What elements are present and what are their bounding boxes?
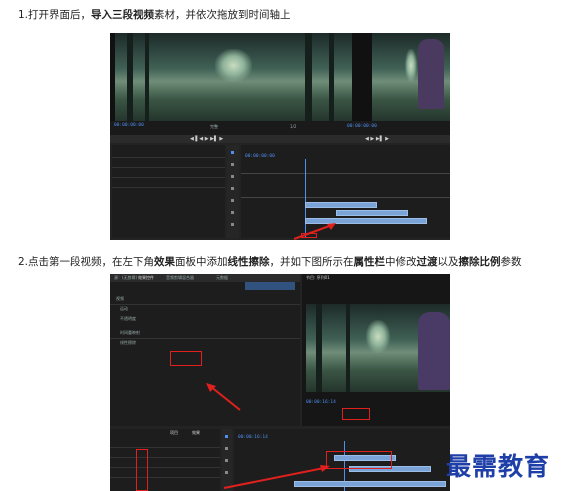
pen-tool-icon[interactable] <box>231 211 234 214</box>
effect-item-video[interactable]: 视频 <box>116 296 124 302</box>
hand-tool-icon[interactable] <box>231 223 234 226</box>
razor-tool-icon[interactable] <box>231 187 234 190</box>
step-2-bold-4: 过渡 <box>416 256 438 268</box>
step-2-text: 2.点击第一段视频，在左下角 <box>18 256 155 268</box>
step-2-bold-2: 线性擦除 <box>227 256 270 268</box>
step-2-bold-5: 擦除比例 <box>458 256 501 268</box>
step-2-text-5: 以及 <box>437 256 459 268</box>
timeline-timecode: 00:00:00:00 <box>245 154 275 159</box>
slip-tool-icon[interactable] <box>231 199 234 202</box>
param-highlight-box <box>170 351 202 366</box>
tools-panel <box>227 145 239 238</box>
tab-effects[interactable]: 效果 <box>192 430 200 436</box>
source-timecode: 00:00:00:00 <box>347 124 377 129</box>
step-1-caption: 1.打开界面后，导入三段视频素材，并依次拖放到时间轴上 <box>18 7 291 22</box>
program-timecode: 00:00:00:00 <box>114 123 144 128</box>
transport-buttons[interactable]: ◀ ▌◀ ▶ ▶▌ ▶ <box>190 136 223 142</box>
step-2-bold-3: 属性栏 <box>353 256 386 268</box>
step-2-text-3: ，并如下图所示在 <box>269 256 354 268</box>
tab-project[interactable]: 项目 <box>170 430 178 436</box>
step-1-bold: 导入三段视频 <box>91 9 155 21</box>
program-timecode-2: 00:00:16:14 <box>306 400 336 405</box>
ripple-tool-icon[interactable] <box>225 447 228 450</box>
effects-panel: 项目 效果 <box>110 429 220 491</box>
program-monitor-frame <box>115 33 352 121</box>
effect-item-motion[interactable]: 运动 <box>120 306 128 312</box>
clip-v1-a[interactable] <box>305 202 377 208</box>
premiere-screenshot-1: 00:00:00:00 完整 1/2 00:00:00:00 ◀ ▌◀ ▶ ▶▌… <box>110 33 450 240</box>
track-select-tool-icon[interactable] <box>231 163 234 166</box>
red-arrow-icon-2 <box>223 465 330 489</box>
program-monitor: 节目: 序列01 00:00:16:14 <box>302 274 450 426</box>
tab-source[interactable]: 源：(无剪辑) <box>114 275 137 281</box>
effect-item-opacity[interactable]: 不透明度 <box>120 316 136 322</box>
red-arrow-icon <box>293 223 336 240</box>
ripple-tool-icon[interactable] <box>231 175 234 178</box>
effect-item-linear-wipe[interactable]: 线性擦除 <box>120 340 136 346</box>
step-2-text-2: 面板中添加 <box>175 256 228 268</box>
step-2-text-4: 中修改 <box>385 256 417 268</box>
project-panel <box>112 145 225 238</box>
step-2-bold-1: 效果 <box>154 256 176 268</box>
transport-bar: ◀ ▌◀ ▶ ▶▌ ▶ ◀ ▶ ▶▌ ▶ <box>110 135 450 143</box>
program-frame <box>306 304 450 392</box>
step-2-text-end: 参数 <box>500 256 522 268</box>
effect-item-time-remap[interactable]: 时间重映射 <box>120 330 140 336</box>
tab-audio-mixer[interactable]: 音频剪辑混合器 <box>166 275 194 281</box>
clip-bar <box>245 282 295 290</box>
step-2-caption: 2.点击第一段视频，在左下角效果面板中添加线性擦除，并如下图所示在属性栏中修改过… <box>18 254 522 269</box>
step-1-text-end: 素材，并依次拖放到时间轴上 <box>154 9 291 21</box>
clip-v1-b[interactable] <box>336 210 408 216</box>
program-title: 节目: 序列01 <box>306 275 330 280</box>
red-arrow-icon <box>206 383 241 411</box>
effects-highlight <box>136 449 148 491</box>
source-monitor-frame <box>372 33 450 121</box>
fit-dropdown[interactable]: 完整 <box>210 124 218 130</box>
step-1-text: 1.打开界面后， <box>18 9 92 21</box>
selection-tool-icon[interactable] <box>231 151 234 154</box>
premiere-screenshot-2: 源：(无剪辑) 效果控件 音频剪辑混合器 元数据 视频 运动 不透明度 时间重映… <box>110 274 450 491</box>
selection-tool-icon[interactable] <box>225 435 228 438</box>
transport-buttons-2[interactable]: ◀ ▶ ▶▌ ▶ <box>365 136 389 142</box>
fit-highlight <box>342 408 370 420</box>
watermark: 最需教育 <box>446 452 551 481</box>
timeline-panel: 00:00:00:00 <box>241 145 450 238</box>
resolution-dropdown[interactable]: 1/2 <box>290 124 296 129</box>
timeline-timecode-2: 00:00:16:14 <box>238 435 268 440</box>
tab-effect-controls[interactable]: 效果控件 <box>138 275 154 281</box>
monitor-controls <box>110 121 450 135</box>
tab-metadata[interactable]: 元数据 <box>216 275 228 281</box>
